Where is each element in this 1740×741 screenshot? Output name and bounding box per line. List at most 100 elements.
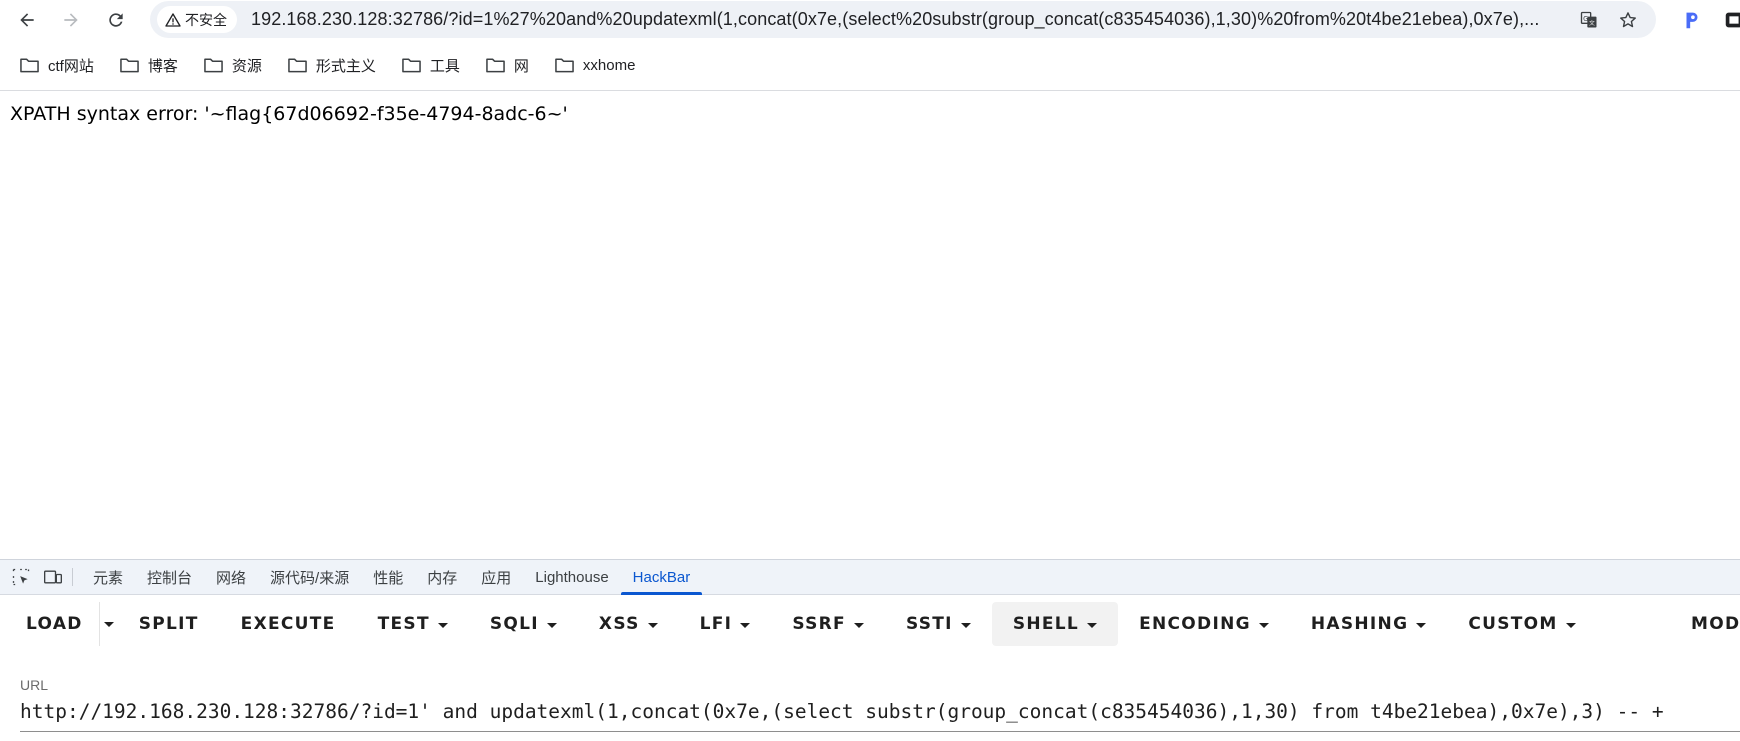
tab-hackbar[interactable]: HackBar (620, 560, 703, 595)
tabbar-separator (72, 568, 73, 586)
arrow-right-icon (64, 13, 78, 27)
address-bar[interactable]: 不安全 192.168.230.128:32786/?id=1%27%20and… (150, 1, 1656, 38)
test-menu-button[interactable]: TEST (357, 602, 469, 646)
folder-icon (402, 58, 421, 73)
url-text[interactable]: 192.168.230.128:32786/?id=1%27%20and%20u… (251, 9, 1581, 30)
folder-icon (120, 58, 139, 73)
bookmark-net[interactable]: 网 (484, 50, 531, 80)
security-label: 不安全 (185, 11, 227, 28)
bookmarks-bar: ctf网站 博客 资源 形式主义 工具 网 xxhome (0, 46, 1740, 84)
warning-icon (165, 12, 181, 27)
bookmark-label: 网 (513, 57, 529, 75)
shell-label: SHELL (1012, 614, 1080, 634)
caret-down-icon (647, 622, 658, 628)
toolbar-divider (0, 90, 1740, 91)
reload-icon (109, 13, 123, 27)
translate-button[interactable]: G文 (1576, 7, 1602, 33)
devtools-tabbar: 元素 控制台 网络 源代码/来源 性能 内存 应用 Lighthouse Hac… (0, 560, 1740, 595)
shell-menu-button[interactable]: SHELL (991, 602, 1119, 646)
page-error-message: XPATH syntax error: '~flag{67d06692-f35e… (10, 103, 568, 125)
xss-menu-button[interactable]: XSS (578, 602, 679, 646)
folder-icon (20, 58, 39, 73)
svg-text:G: G (1583, 15, 1588, 23)
bookmark-label: ctf网站 (48, 57, 94, 75)
split-button[interactable]: SPLIT (118, 602, 220, 646)
load-dropdown-button[interactable] (98, 602, 118, 646)
hashing-label: HASHING (1310, 614, 1409, 634)
hackbar-toolbar: LOAD SPLIT EXECUTE TEST SQLI XSS LFI SSR… (0, 602, 1740, 646)
folder-icon (555, 58, 574, 73)
split-label: SPLIT (138, 614, 199, 634)
bookmark-tools[interactable]: 工具 (400, 50, 462, 80)
url-field-underline (20, 731, 1740, 732)
execute-label: EXECUTE (240, 614, 336, 634)
encoding-menu-button[interactable]: ENCODING (1118, 602, 1290, 646)
hackbar-url-input[interactable]: http://192.168.230.128:32786/?id=1' and … (20, 700, 1740, 726)
inspect-element-button[interactable] (8, 564, 34, 590)
bookmark-label: 博客 (147, 57, 178, 75)
folder-icon (486, 58, 505, 73)
bookmark-formalism[interactable]: 形式主义 (286, 50, 378, 80)
bookmark-label: 形式主义 (315, 57, 376, 75)
inspect-icon (12, 568, 30, 586)
bookmark-resources[interactable]: 资源 (202, 50, 264, 80)
hashing-menu-button[interactable]: HASHING (1290, 602, 1447, 646)
url-path: :32786/?id=1%27%20and%20updatexml(1,conc… (387, 9, 1540, 29)
url-host: 192.168.230.128 (251, 9, 388, 29)
bookmark-ctf[interactable]: ctf网站 (18, 50, 96, 80)
caret-down-icon (740, 622, 751, 628)
tab-elements[interactable]: 元素 (81, 560, 135, 594)
custom-label: CUSTOM (1468, 614, 1558, 634)
translate-icon: G文 (1580, 11, 1597, 28)
caret-down-icon (546, 622, 557, 628)
caret-down-icon (103, 621, 114, 627)
back-button[interactable] (11, 4, 43, 36)
tab-console[interactable]: 控制台 (135, 560, 204, 594)
caret-down-icon (1565, 622, 1576, 628)
security-chip[interactable]: 不安全 (157, 6, 237, 33)
bookmark-label: xxhome (582, 56, 636, 74)
mode-menu-button[interactable]: MODE (1670, 602, 1740, 646)
sqli-label: SQLI (489, 614, 539, 634)
extension-p-icon (1686, 12, 1698, 29)
device-toolbar-button[interactable] (40, 564, 66, 590)
execute-button[interactable]: EXECUTE (220, 602, 357, 646)
ssti-label: SSTI (905, 614, 953, 634)
extension-icon (1725, 12, 1740, 28)
folder-icon (288, 58, 307, 73)
folder-icon (204, 58, 223, 73)
test-label: TEST (377, 614, 430, 634)
extension-p-button[interactable] (1680, 8, 1704, 32)
xss-label: XSS (598, 614, 640, 634)
lfi-menu-button[interactable]: LFI (679, 602, 772, 646)
tab-network[interactable]: 网络 (204, 560, 258, 594)
tab-memory[interactable]: 内存 (415, 560, 469, 594)
tab-sources[interactable]: 源代码/来源 (258, 560, 361, 594)
ssrf-label: SSRF (792, 614, 846, 634)
bookmark-blog[interactable]: 博客 (118, 50, 180, 80)
browser-toolbar: 不安全 192.168.230.128:32786/?id=1%27%20and… (0, 0, 1740, 40)
forward-button[interactable] (55, 4, 87, 36)
caret-down-icon (853, 622, 864, 628)
bookmark-xxhome[interactable]: xxhome (553, 50, 638, 80)
mode-label: MODE (1691, 614, 1740, 634)
custom-menu-button[interactable]: CUSTOM (1447, 602, 1596, 646)
tab-lighthouse[interactable]: Lighthouse (523, 560, 620, 594)
ssti-menu-button[interactable]: SSTI (885, 602, 992, 646)
star-icon (1620, 12, 1636, 28)
tab-performance[interactable]: 性能 (361, 560, 415, 594)
caret-down-icon (437, 622, 448, 628)
load-button[interactable]: LOAD (0, 602, 104, 646)
arrow-left-icon (20, 13, 34, 27)
extension-dark-button[interactable] (1722, 8, 1740, 32)
tab-application[interactable]: 应用 (469, 560, 523, 594)
ssrf-menu-button[interactable]: SSRF (771, 602, 885, 646)
device-icon (44, 570, 62, 584)
caret-down-icon (1087, 622, 1098, 628)
reload-button[interactable] (100, 4, 132, 36)
sqli-menu-button[interactable]: SQLI (469, 602, 578, 646)
bookmark-star-button[interactable] (1615, 7, 1641, 33)
url-field-label: URL (20, 677, 49, 693)
caret-down-icon (960, 622, 971, 628)
load-label: LOAD (26, 614, 83, 634)
